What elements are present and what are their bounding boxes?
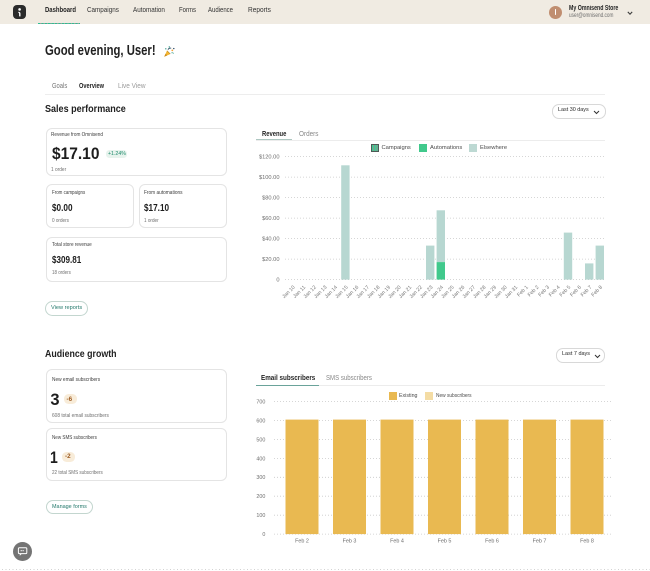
svg-text:$40.00: $40.00 xyxy=(262,237,279,243)
svg-text:400: 400 xyxy=(256,456,265,462)
svg-text:Feb 8: Feb 8 xyxy=(580,539,594,545)
svg-text:700: 700 xyxy=(256,400,265,406)
svg-text:200: 200 xyxy=(256,494,265,500)
svg-text:Feb 8: Feb 8 xyxy=(590,285,604,299)
svg-text:Feb 4: Feb 4 xyxy=(390,539,404,545)
svg-text:Feb 2: Feb 2 xyxy=(295,539,309,545)
svg-text:Feb 6: Feb 6 xyxy=(485,539,499,545)
svg-text:Feb 7: Feb 7 xyxy=(533,539,547,545)
svg-text:$20.00: $20.00 xyxy=(262,257,279,263)
svg-text:$120.00: $120.00 xyxy=(259,155,280,161)
svg-text:$100.00: $100.00 xyxy=(259,175,280,181)
svg-text:0: 0 xyxy=(262,532,265,538)
svg-text:0: 0 xyxy=(276,278,279,284)
svg-text:500: 500 xyxy=(256,437,265,443)
svg-text:Feb 3: Feb 3 xyxy=(343,539,357,545)
svg-text:600: 600 xyxy=(256,418,265,424)
svg-text:$80.00: $80.00 xyxy=(262,196,279,202)
svg-text:$60.00: $60.00 xyxy=(262,216,279,222)
svg-text:300: 300 xyxy=(256,475,265,481)
svg-text:Feb 5: Feb 5 xyxy=(438,539,452,545)
svg-text:100: 100 xyxy=(256,513,265,519)
